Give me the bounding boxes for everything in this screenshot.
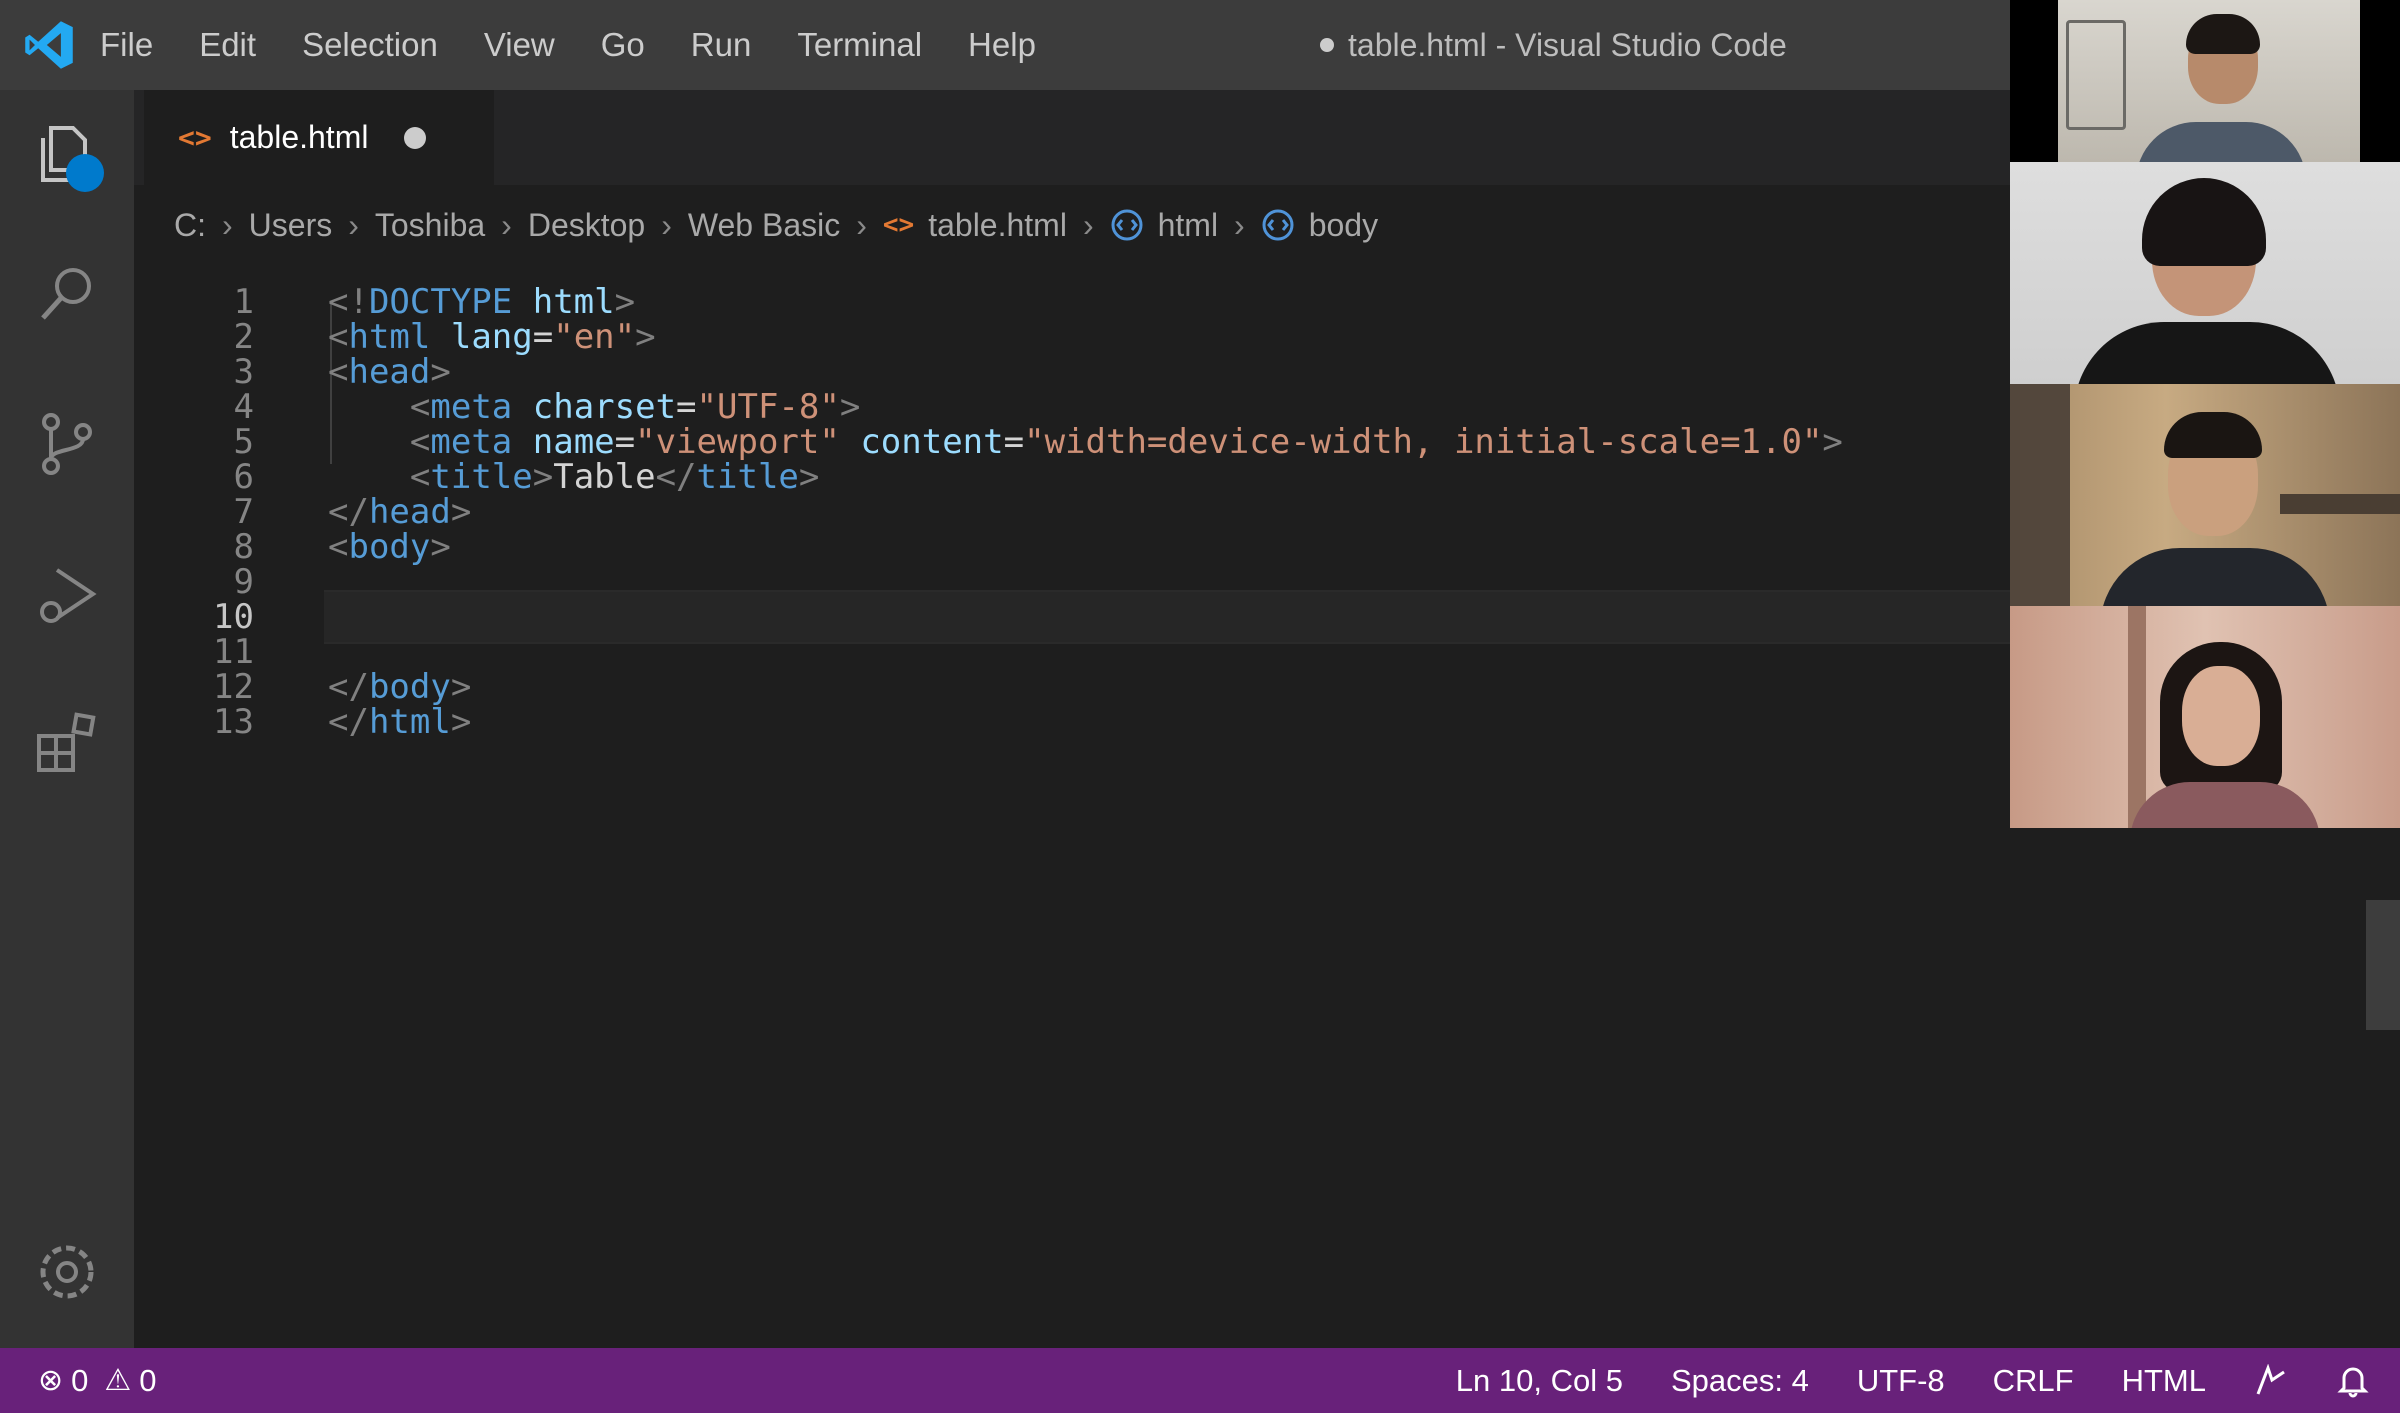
warning-count: 0 xyxy=(139,1362,157,1398)
indentation[interactable]: Spaces: 4 xyxy=(1671,1363,1809,1399)
source-control-icon[interactable] xyxy=(31,408,103,480)
wall-decoration xyxy=(2066,20,2126,130)
menu-edit[interactable]: Edit xyxy=(199,26,256,64)
video-participant-2[interactable] xyxy=(2010,162,2400,384)
encoding[interactable]: UTF-8 xyxy=(1857,1363,1945,1399)
code-token: > xyxy=(450,701,472,742)
breadcrumb-segment[interactable]: Users xyxy=(249,207,333,244)
breadcrumb-segment[interactable]: Web Basic xyxy=(688,207,840,244)
participant-hair xyxy=(2142,178,2266,266)
code-token: </ xyxy=(328,701,369,742)
breadcrumb-body[interactable]: body xyxy=(1309,207,1378,244)
participant-body xyxy=(2130,782,2320,828)
line-code: </html> xyxy=(328,702,471,742)
participant-hair xyxy=(2164,412,2262,458)
error-icon: ⊗ xyxy=(38,1364,64,1397)
unsaved-dot-icon[interactable] xyxy=(404,126,427,149)
chevron-right-icon: › xyxy=(501,206,512,243)
menu-run[interactable]: Run xyxy=(691,26,752,64)
shelf xyxy=(2280,494,2400,514)
files-badge xyxy=(66,154,104,192)
html-file-icon: <> xyxy=(882,210,915,240)
element-tag-icon xyxy=(1111,209,1143,241)
warning-icon: ⚠ xyxy=(104,1364,132,1397)
chevron-right-icon: › xyxy=(348,206,359,243)
menu-go[interactable]: Go xyxy=(601,26,645,64)
menu-terminal[interactable]: Terminal xyxy=(797,26,922,64)
status-bar: ⊗ 0 ⚠ 0 Ln 10, Col 5 Spaces: 4 UTF-8 CRL… xyxy=(0,1348,2400,1413)
status-right: Ln 10, Col 5 Spaces: 4 UTF-8 CRLF HTML xyxy=(1408,1348,2370,1413)
code-token: html xyxy=(368,701,451,742)
breadcrumb-html[interactable]: html xyxy=(1158,207,1218,244)
feedback-icon[interactable] xyxy=(2254,1363,2288,1398)
search-icon[interactable] xyxy=(31,258,103,330)
error-count: 0 xyxy=(71,1362,89,1398)
chevron-right-icon: › xyxy=(661,206,672,243)
participant-face-front xyxy=(2182,666,2260,766)
video-participant-1[interactable] xyxy=(2010,0,2400,162)
html-file-icon: <> xyxy=(178,121,212,154)
participant-body xyxy=(2074,322,2340,384)
chevron-right-icon: › xyxy=(856,206,867,243)
doorway xyxy=(2010,384,2070,606)
breadcrumb-segment[interactable]: Desktop xyxy=(528,207,645,244)
breadcrumb: C: › Users › Toshiba › Desktop › Web Basic › <> tab… xyxy=(174,185,1378,265)
cursor-position[interactable]: Ln 10, Col 5 xyxy=(1456,1363,1623,1399)
window-title-text: table.html - Visual Studio Code xyxy=(1348,26,1787,63)
video-participant-3[interactable] xyxy=(2010,384,2400,606)
unsaved-dot-icon xyxy=(1320,38,1334,52)
participant-body xyxy=(2100,548,2330,606)
language-mode[interactable]: HTML xyxy=(2122,1363,2206,1399)
video-participant-4[interactable] xyxy=(2010,606,2400,828)
breadcrumb-segment[interactable]: C: xyxy=(174,207,206,244)
breadcrumb-segment[interactable]: Toshiba xyxy=(375,207,485,244)
gear-icon[interactable] xyxy=(31,1236,103,1308)
bell-icon[interactable] xyxy=(2336,1364,2370,1398)
status-problems[interactable]: ⊗ 0 ⚠ 0 xyxy=(38,1348,157,1413)
run-debug-icon[interactable] xyxy=(31,558,103,630)
menu-help[interactable]: Help xyxy=(968,26,1036,64)
chevron-right-icon: › xyxy=(1082,206,1094,243)
menu-view[interactable]: View xyxy=(484,26,555,64)
breadcrumb-file[interactable]: table.html xyxy=(928,207,1067,244)
tab-table-html[interactable]: <> table.html xyxy=(144,90,494,185)
scrollbar-thumb[interactable] xyxy=(2366,900,2400,1030)
chevron-right-icon: › xyxy=(1234,206,1245,243)
menu-bar: File Edit Selection View Go Run Terminal Help xyxy=(100,0,1082,90)
tab-label: table.html xyxy=(229,119,369,155)
chevron-right-icon: › xyxy=(222,206,233,243)
line-number: 13 xyxy=(213,701,254,742)
element-tag-icon xyxy=(1262,209,1294,241)
extensions-icon[interactable] xyxy=(31,706,103,778)
door-frame xyxy=(2128,606,2146,828)
menu-file[interactable]: File xyxy=(100,26,153,64)
window-title: table.html - Visual Studio Code xyxy=(1320,0,1787,90)
menu-selection[interactable]: Selection xyxy=(302,26,438,64)
vscode-logo-icon[interactable] xyxy=(22,18,76,72)
end-of-line[interactable]: CRLF xyxy=(1993,1363,2074,1399)
activity-bar xyxy=(0,90,134,1348)
